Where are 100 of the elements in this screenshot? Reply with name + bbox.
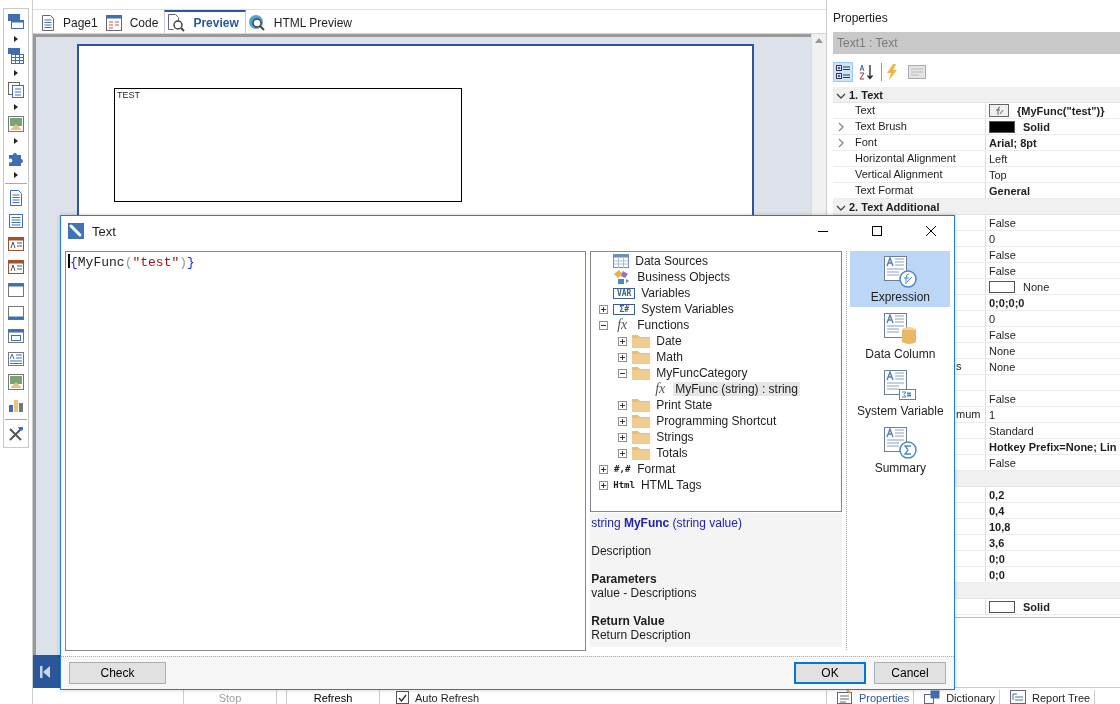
property-value[interactable]: 1	[989, 408, 996, 421]
minimize-icon[interactable]	[818, 230, 828, 232]
property-value[interactable]: 3,6	[989, 536, 1005, 549]
property-row[interactable]: Text Brush Solid	[833, 119, 1120, 135]
property-row[interactable]: Vertical Alignment Top	[833, 167, 1120, 183]
expand-icon[interactable]	[599, 464, 609, 474]
text-list-icon[interactable]	[7, 212, 25, 230]
property-row[interactable]: Horizontal Alignment Left	[833, 151, 1120, 167]
expand-arrow-icon[interactable]	[14, 172, 18, 178]
expand-icon[interactable]	[599, 480, 609, 490]
collapse-chevron-icon[interactable]	[836, 204, 846, 211]
tree-item[interactable]: System Variables	[639, 302, 736, 316]
tree-item[interactable]: HTML Tags	[638, 478, 704, 492]
expand-arrow-icon[interactable]	[14, 36, 18, 42]
tree-item[interactable]: Business Objects	[635, 270, 732, 284]
property-row[interactable]: Text Format General	[833, 183, 1120, 199]
collapse-chevron-icon[interactable]	[836, 92, 846, 99]
property-value[interactable]: Solid	[1023, 600, 1050, 613]
tree-item[interactable]: Print State	[654, 398, 715, 412]
ok-button[interactable]: OK	[794, 662, 866, 684]
header-band-icon[interactable]	[7, 281, 25, 299]
expression-editor[interactable]: {MyFunc("test")}	[65, 251, 587, 651]
data-band-icon[interactable]	[7, 81, 25, 99]
property-value[interactable]: Hotkey Prefix=None; Lin	[989, 440, 1117, 453]
page-icon[interactable]	[7, 189, 25, 207]
tree-item[interactable]: Math	[654, 350, 685, 364]
text-component[interactable]: TEST	[114, 88, 462, 202]
property-value[interactable]: 0;0	[989, 568, 1005, 581]
image-icon[interactable]	[7, 115, 25, 133]
property-value[interactable]: Top	[989, 168, 1007, 181]
tree-item[interactable]: MyFunc (string) : string	[673, 382, 800, 396]
tab[interactable]: Page1	[39, 10, 104, 33]
property-value[interactable]: None	[1023, 280, 1050, 293]
tree-item[interactable]: Programming Shortcut	[654, 414, 779, 428]
tree-item[interactable]: Totals	[654, 446, 690, 460]
panel-tab[interactable]: Report Tree	[1006, 690, 1096, 704]
property-value[interactable]: 0,4	[989, 504, 1005, 517]
expand-arrow-icon[interactable]	[14, 138, 18, 144]
property-value[interactable]: Solid	[1023, 120, 1050, 133]
expand-icon[interactable]	[618, 400, 628, 410]
tree-item[interactable]: Variables	[639, 286, 693, 300]
property-value[interactable]: None	[989, 360, 1016, 373]
expand-arrow-icon[interactable]	[14, 104, 18, 110]
tab[interactable]: HTML Preview	[245, 10, 358, 33]
text-box-icon[interactable]	[7, 258, 25, 276]
expand-arrow-icon[interactable]	[14, 70, 18, 76]
check-button[interactable]: Check	[69, 662, 166, 684]
property-value[interactable]: False	[989, 216, 1016, 229]
expand-icon[interactable]	[618, 336, 628, 346]
property-value[interactable]: False	[989, 456, 1016, 469]
property-value[interactable]: 0	[989, 312, 996, 325]
tree-item[interactable]: Strings	[654, 430, 696, 444]
rich-text-icon[interactable]	[7, 350, 25, 368]
tree-item[interactable]: Functions	[635, 318, 692, 332]
close-icon[interactable]	[926, 226, 936, 236]
first-page-icon[interactable]	[39, 664, 51, 679]
property-value[interactable]: False	[989, 392, 1016, 405]
property-value[interactable]: Standard	[989, 424, 1034, 437]
maximize-icon[interactable]	[872, 226, 882, 236]
mode-button[interactable]: Expression	[850, 251, 951, 307]
collapse-icon[interactable]	[599, 320, 609, 330]
tree-item[interactable]: Data Sources	[633, 254, 710, 268]
property-value[interactable]: Left	[989, 152, 1008, 165]
band-icon[interactable]	[7, 13, 25, 31]
checkbox[interactable]	[396, 691, 409, 704]
property-row[interactable]: Font Arial; 8pt	[833, 135, 1120, 151]
expand-icon[interactable]	[599, 304, 609, 314]
property-row[interactable]: Text {MyFunc("test")}	[833, 103, 1120, 119]
expand-icon[interactable]	[618, 416, 628, 426]
function-icon[interactable]	[989, 104, 1009, 117]
property-value[interactable]: 10,8	[989, 520, 1011, 533]
table-band-icon[interactable]	[7, 47, 25, 65]
property-value[interactable]: 0	[989, 232, 996, 245]
expand-icon[interactable]	[618, 448, 628, 458]
property-value[interactable]: {MyFunc("test")}	[1017, 104, 1105, 117]
tab[interactable]: Code	[103, 10, 165, 33]
tree-item[interactable]: Format	[635, 462, 678, 476]
property-value[interactable]: Arial; 8pt	[989, 136, 1037, 149]
section-header[interactable]: 1. Text	[833, 87, 1120, 103]
tab[interactable]: Preview	[164, 10, 246, 33]
categorized-view-button[interactable]	[833, 62, 853, 82]
cancel-button[interactable]: Cancel	[874, 662, 946, 684]
expand-chevron-icon[interactable]	[838, 137, 844, 148]
text-box-icon[interactable]	[7, 235, 25, 253]
property-value[interactable]: None	[989, 344, 1016, 357]
property-value[interactable]: False	[989, 264, 1016, 277]
property-value[interactable]: False	[989, 328, 1016, 341]
panel-icon[interactable]	[7, 327, 25, 345]
expand-chevron-icon[interactable]	[838, 121, 844, 132]
expand-icon[interactable]	[618, 352, 628, 362]
footer-band-icon[interactable]	[7, 304, 25, 322]
property-value[interactable]: General	[989, 184, 1030, 197]
image-icon[interactable]	[7, 373, 25, 391]
expand-icon[interactable]	[618, 432, 628, 442]
property-value[interactable]: 0;0;0;0	[989, 296, 1025, 309]
collapse-icon[interactable]	[618, 368, 628, 378]
tree-item[interactable]: MyFuncCategory	[654, 366, 750, 380]
property-value[interactable]: 0;0	[989, 552, 1005, 565]
tools-icon[interactable]	[7, 425, 25, 443]
tree-item[interactable]: Date	[654, 334, 684, 348]
